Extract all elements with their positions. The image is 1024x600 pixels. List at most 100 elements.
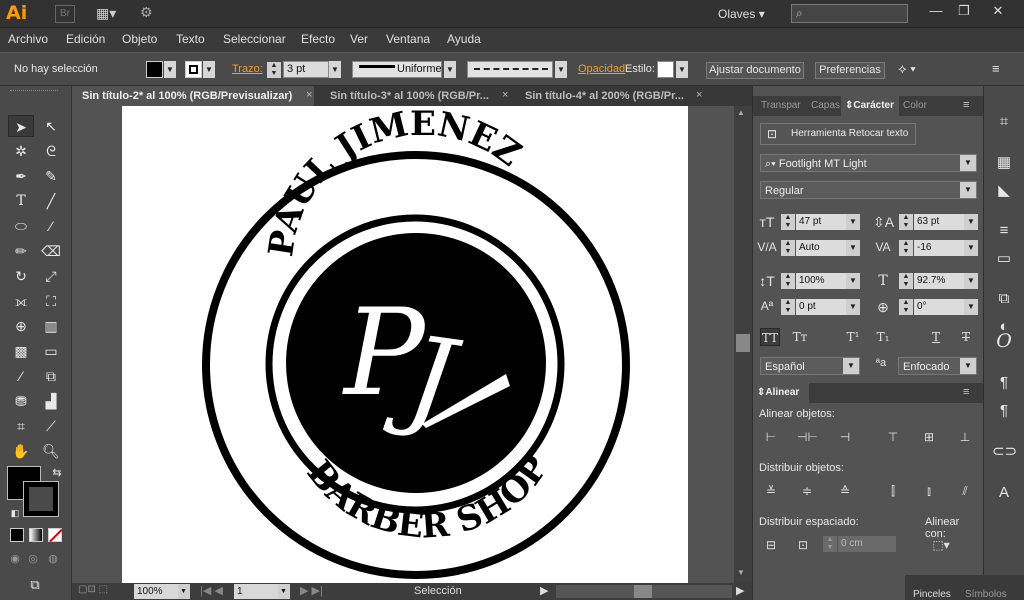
maximize-button[interactable]: ❐ bbox=[950, 2, 978, 22]
brush-definition-select[interactable] bbox=[467, 61, 553, 78]
align-panel-menu-icon[interactable]: ≡ bbox=[963, 386, 969, 398]
baseline-shift-field[interactable]: 0 pt bbox=[796, 299, 846, 315]
font-size-field[interactable]: 47 pt bbox=[796, 214, 846, 230]
spacing-spinner-icon[interactable]: ▲ ▼ bbox=[823, 536, 837, 552]
horizontal-scale-dropdown-icon[interactable]: ▼ bbox=[964, 273, 978, 289]
default-colors-icon[interactable]: ◧ bbox=[2, 502, 28, 524]
rotation-dropdown-icon[interactable]: ▼ bbox=[964, 299, 978, 315]
spacing-field[interactable]: 0 cm bbox=[838, 536, 896, 552]
distribute-left-icon[interactable]: ⫿ bbox=[883, 482, 903, 500]
baseline-shift-spinner-icon[interactable]: ▲ ▼ bbox=[781, 299, 795, 315]
distribute-vertical-center-icon[interactable]: ≑ bbox=[797, 482, 817, 500]
ellipse-tool-icon[interactable]: ⬭ bbox=[8, 215, 34, 237]
zoom-tool-icon[interactable]: 🔍︎ bbox=[38, 440, 64, 462]
menu-ventana[interactable]: Ventana bbox=[386, 32, 430, 46]
font-size-spinner-icon[interactable]: ▲ ▼ bbox=[781, 214, 795, 230]
minimize-button[interactable]: — bbox=[922, 2, 950, 22]
arrange-documents-icon[interactable]: ▦▾ bbox=[96, 5, 124, 23]
slice-tool-icon[interactable]: ⟋ bbox=[38, 415, 64, 437]
align-horizontal-center-icon[interactable]: ⊣⊢ bbox=[797, 428, 818, 446]
eraser-tool-icon[interactable]: ⌫ bbox=[38, 240, 64, 262]
gradient-tool-icon[interactable]: ▭ bbox=[38, 340, 64, 362]
fill-swatch[interactable] bbox=[146, 61, 163, 78]
scale-tool-icon[interactable]: ⤢ bbox=[38, 265, 64, 287]
help-search-input[interactable]: ⌕ bbox=[791, 4, 908, 23]
gradient-panel-icon[interactable]: ▭ bbox=[992, 248, 1016, 270]
blob-brush-tool-icon[interactable]: ✏ bbox=[8, 240, 34, 262]
strikethrough-icon[interactable]: T bbox=[956, 328, 976, 346]
type-tool-icon[interactable]: T bbox=[8, 190, 34, 212]
kerning-spinner-icon[interactable]: ▲ ▼ bbox=[781, 240, 795, 256]
leading-spinner-icon[interactable]: ▲ ▼ bbox=[899, 214, 913, 230]
tracking-dropdown-icon[interactable]: ▼ bbox=[964, 240, 978, 256]
artboard-dropdown-icon[interactable]: ▼ bbox=[278, 584, 290, 599]
swatches-panel-icon[interactable]: ▦ bbox=[992, 152, 1016, 174]
none-mode-icon[interactable] bbox=[48, 528, 63, 543]
style-dropdown-icon[interactable]: ▼ bbox=[676, 61, 688, 78]
align-right-icon[interactable]: ⊣ bbox=[835, 428, 855, 446]
magic-wand-tool-icon[interactable]: ✲ bbox=[8, 140, 34, 162]
tab-color[interactable]: Color bbox=[899, 96, 939, 116]
close-tab-icon[interactable]: × bbox=[502, 89, 508, 101]
artboard-number-field[interactable]: 1 bbox=[234, 584, 278, 599]
leading-dropdown-icon[interactable]: ▼ bbox=[964, 214, 978, 230]
menu-edicion[interactable]: Edición bbox=[66, 32, 105, 46]
preferences-button[interactable]: Preferencias bbox=[815, 62, 885, 79]
vertical-scale-spinner-icon[interactable]: ▲ ▼ bbox=[781, 273, 795, 289]
draw-inside-icon[interactable]: ◍ bbox=[40, 548, 66, 570]
hand-tool-icon[interactable]: ✋ bbox=[8, 440, 34, 462]
antialias-select[interactable]: Enfocado ▼ bbox=[898, 357, 977, 375]
vertical-scrollbar[interactable]: ▲ ▼ bbox=[734, 106, 752, 583]
distribute-top-icon[interactable]: ≚ bbox=[761, 482, 781, 500]
direct-selection-tool-icon[interactable]: ↖ bbox=[38, 115, 64, 137]
stroke-color-box[interactable] bbox=[23, 481, 59, 517]
canvas-area[interactable]: PAUL JIMENEZ BARBER SHOP P J bbox=[72, 104, 734, 583]
brushes-panel-icon[interactable]: ◣ bbox=[992, 180, 1016, 202]
tracking-spinner-icon[interactable]: ▲ ▼ bbox=[899, 240, 913, 256]
free-transform-tool-icon[interactable]: ⛶ bbox=[38, 290, 64, 312]
links-panel-icon[interactable]: ⊂⊃ bbox=[992, 441, 1017, 463]
align-bottom-icon[interactable]: ⊥ bbox=[955, 428, 975, 446]
tab-character[interactable]: ⇕Carácter bbox=[841, 96, 899, 116]
scroll-down-icon[interactable]: ▼ bbox=[737, 568, 745, 577]
horizontal-scale-spinner-icon[interactable]: ▲ ▼ bbox=[899, 273, 913, 289]
paragraph-panel-icon[interactable]: ¶ bbox=[992, 372, 1016, 394]
stroke-label[interactable]: Trazo: bbox=[232, 63, 263, 75]
width-tool-icon[interactable]: ⟗ bbox=[8, 290, 34, 312]
graph-tool-icon[interactable]: ▟ bbox=[38, 390, 64, 412]
zoom-field[interactable]: 100% bbox=[134, 584, 178, 599]
vertical-scale-dropdown-icon[interactable]: ▼ bbox=[846, 273, 860, 289]
menu-objeto[interactable]: Objeto bbox=[122, 32, 157, 46]
line-tool-icon[interactable]: ╱ bbox=[38, 190, 64, 212]
touch-type-tool-button[interactable]: ⊡ Herramienta Retocar texto bbox=[760, 123, 916, 145]
curvature-tool-icon[interactable]: ✎ bbox=[38, 165, 64, 187]
selection-tool-icon[interactable]: ➤ bbox=[8, 115, 34, 137]
rotation-spinner-icon[interactable]: ▲ ▼ bbox=[899, 299, 913, 315]
menu-efecto[interactable]: Efecto bbox=[301, 32, 335, 46]
all-caps-icon[interactable]: TT bbox=[760, 328, 780, 346]
hscroll-thumb[interactable] bbox=[634, 585, 652, 598]
character-styles-panel-icon[interactable]: A bbox=[992, 482, 1016, 504]
rotation-field[interactable]: 0° bbox=[914, 299, 964, 315]
menu-ayuda[interactable]: Ayuda bbox=[447, 32, 481, 46]
close-button[interactable]: ✕ bbox=[984, 2, 1012, 22]
artboard[interactable]: PAUL JIMENEZ BARBER SHOP P J bbox=[122, 104, 688, 583]
close-tab-icon[interactable]: × bbox=[306, 89, 312, 101]
opacity-label[interactable]: Opacidad bbox=[578, 63, 625, 75]
horizontal-scale-field[interactable]: 92.7% bbox=[914, 273, 964, 289]
toolbar-grip[interactable] bbox=[10, 90, 58, 93]
tab-transparency[interactable]: Transpar bbox=[757, 96, 807, 116]
status-menu-icon[interactable]: ▶ bbox=[540, 584, 548, 597]
document-setup-button[interactable]: Ajustar documento bbox=[706, 62, 804, 79]
zoom-dropdown-icon[interactable]: ▼ bbox=[178, 584, 190, 599]
distribute-right-icon[interactable]: ⫽ bbox=[955, 482, 975, 500]
tab-brushes[interactable]: Pinceles bbox=[913, 589, 951, 600]
paintbrush-tool-icon[interactable]: ⁄ bbox=[38, 215, 64, 237]
transform-panel-icon[interactable]: ⧉ bbox=[992, 288, 1016, 310]
superscript-icon[interactable]: T¹ bbox=[843, 328, 863, 346]
artboards-panel-icon[interactable]: ⌗ bbox=[992, 111, 1016, 133]
distribute-horizontal-center-icon[interactable]: ⫾ bbox=[919, 482, 939, 500]
stroke-dropdown-icon[interactable]: ▼ bbox=[203, 61, 215, 78]
font-family-select[interactable]: ⌕▾ Footlight MT Light ▼ bbox=[760, 154, 977, 172]
distribute-bottom-icon[interactable]: ≙ bbox=[835, 482, 855, 500]
